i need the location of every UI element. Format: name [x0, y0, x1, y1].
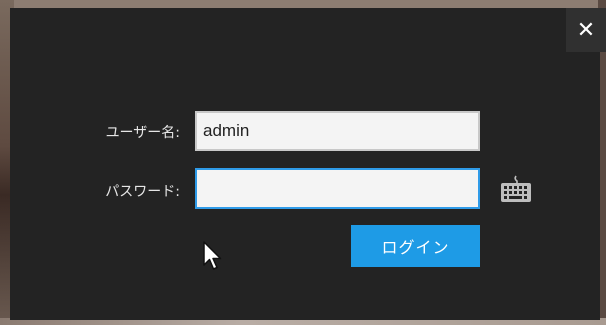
username-field[interactable]: admin — [195, 111, 480, 151]
mouse-pointer-icon — [202, 240, 224, 274]
login-button[interactable]: ログイン — [351, 225, 480, 267]
password-label: パスワード: — [105, 184, 180, 200]
close-icon: ✕ — [576, 17, 596, 43]
password-field[interactable] — [195, 168, 480, 209]
close-button[interactable]: ✕ — [566, 8, 606, 52]
background-top — [0, 0, 606, 8]
login-dialog — [10, 8, 600, 320]
keyboard-icon[interactable] — [500, 174, 532, 204]
username-label: ユーザー名: — [105, 125, 180, 141]
